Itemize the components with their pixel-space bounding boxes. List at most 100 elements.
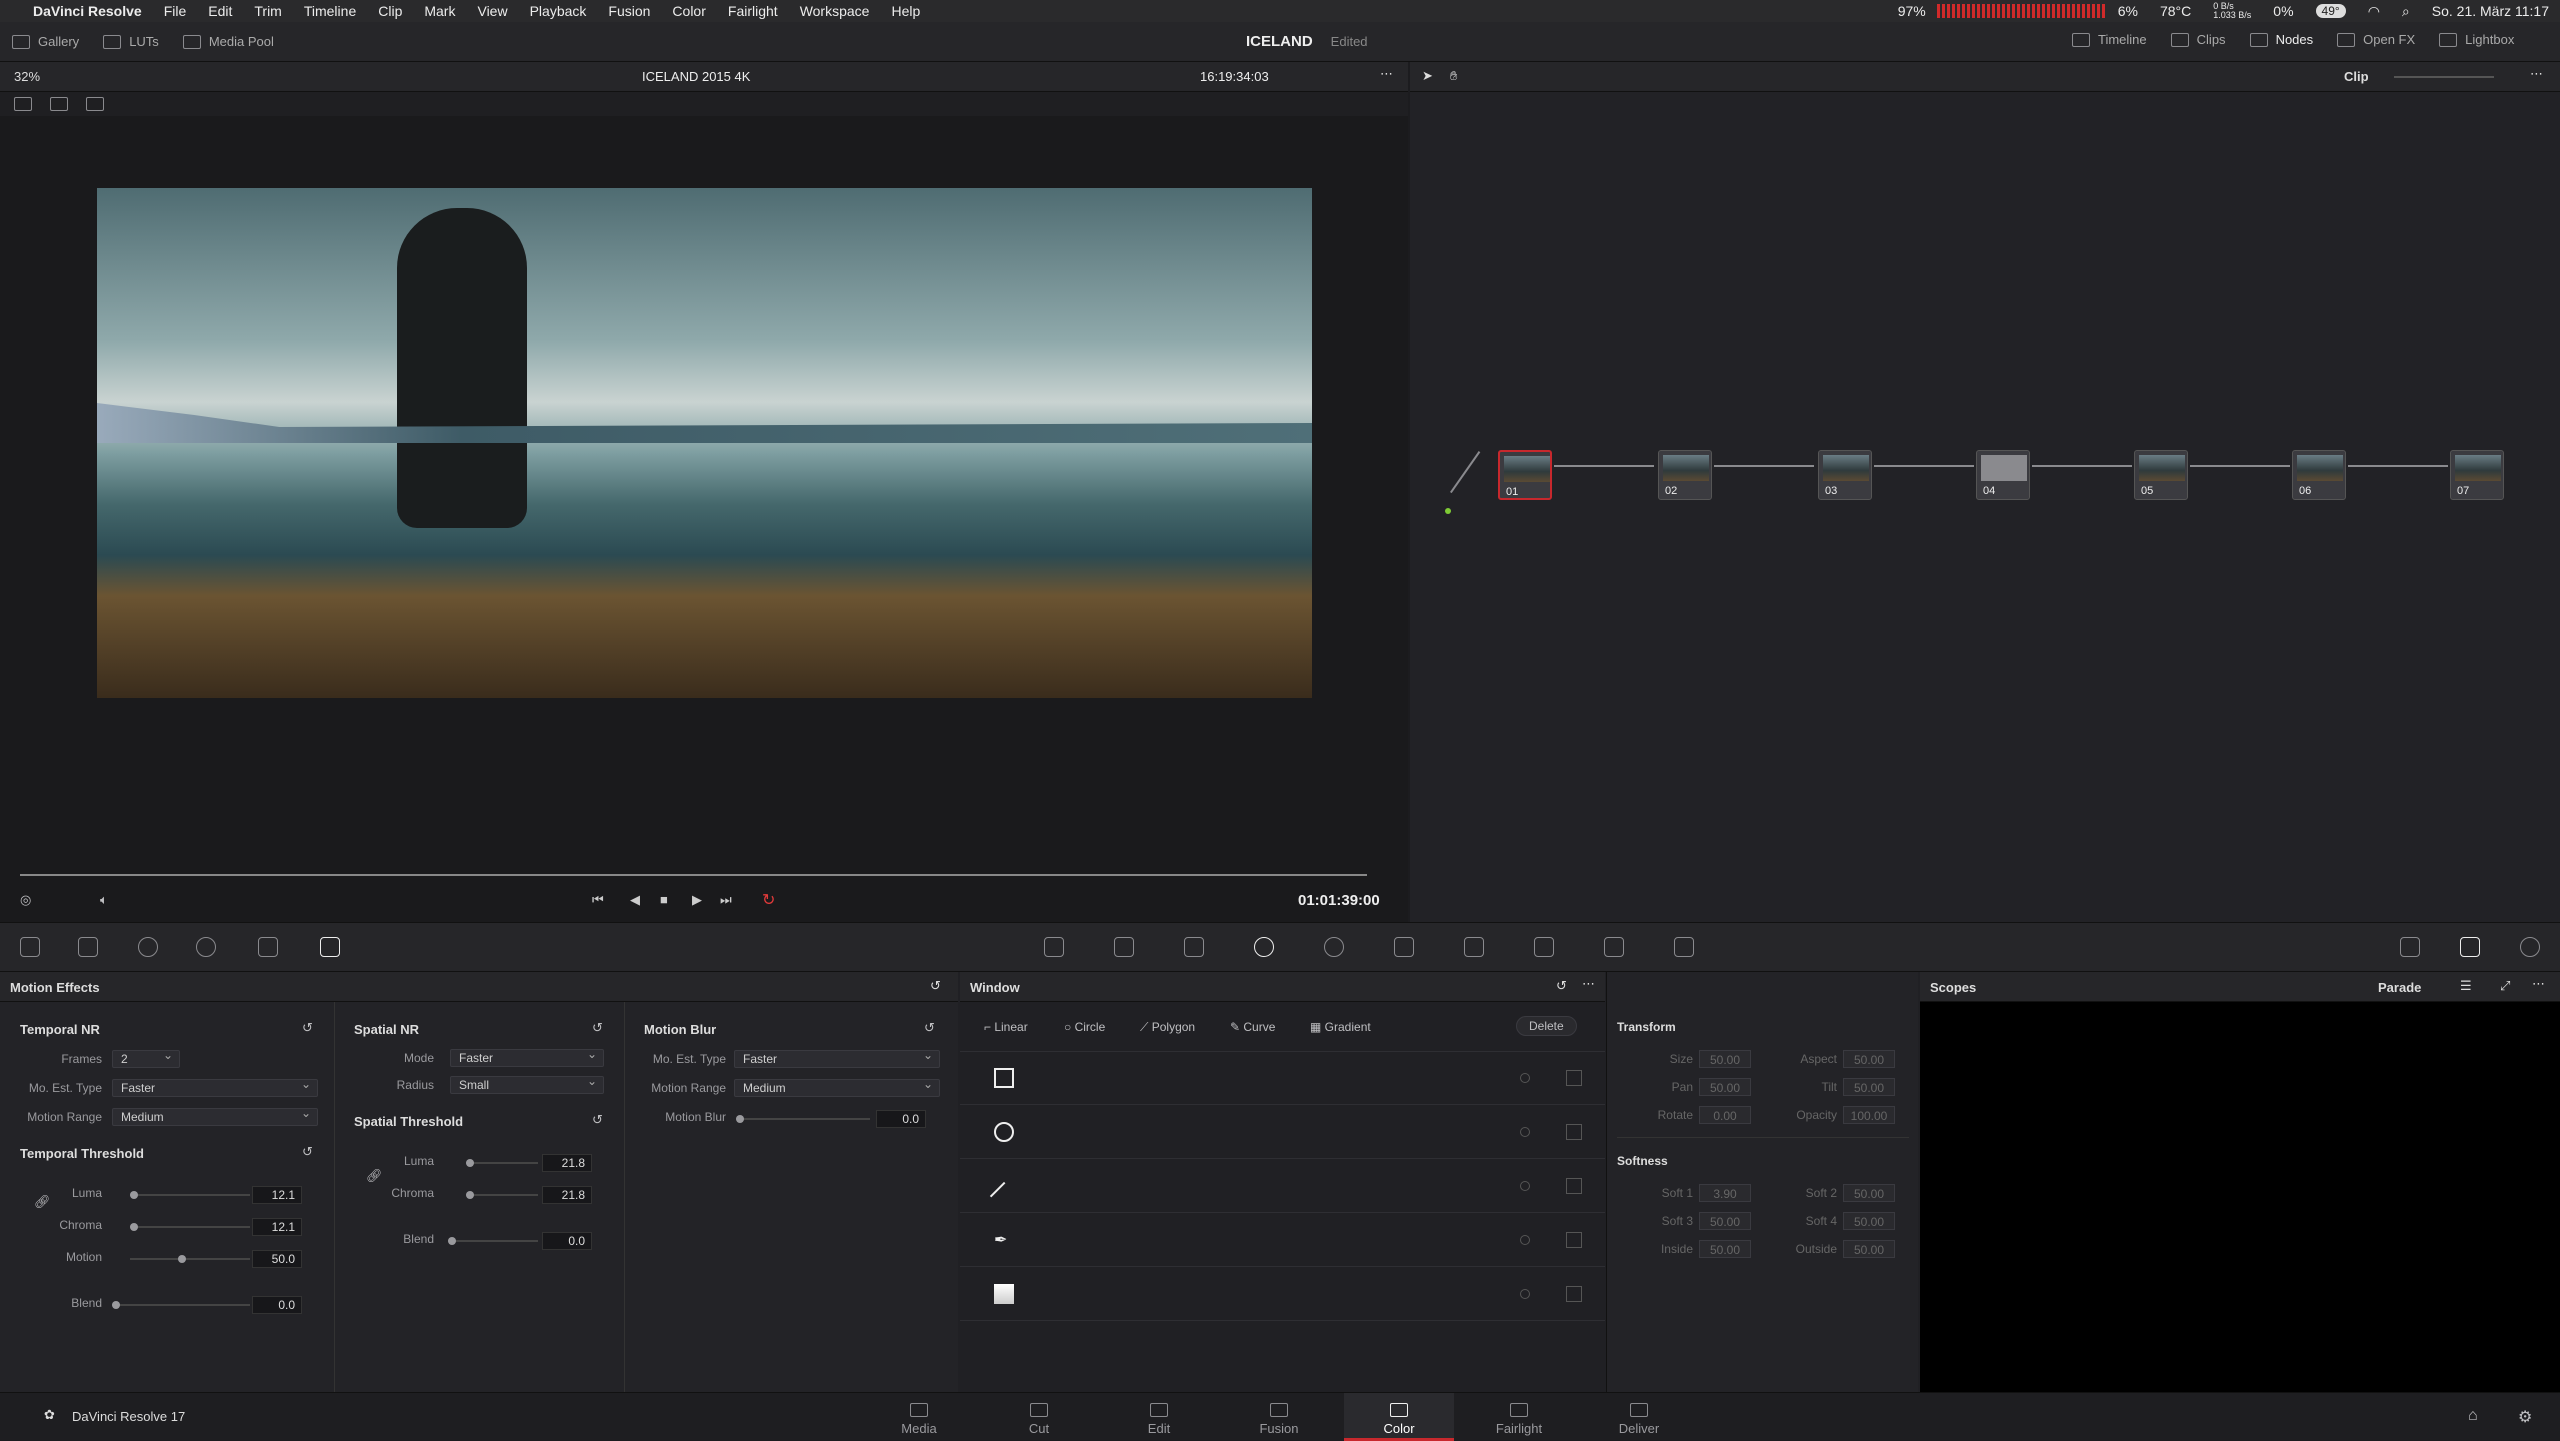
- slider-knob[interactable]: [448, 1237, 456, 1245]
- scopes-toggle-icon[interactable]: [2460, 937, 2480, 957]
- spatial-nr-reset-icon[interactable]: ↺: [592, 1020, 603, 1036]
- menu-fusion[interactable]: Fusion: [608, 3, 650, 19]
- color-warper-icon[interactable]: [1114, 937, 1134, 957]
- node-more-icon[interactable]: ⋯: [2530, 66, 2543, 82]
- scopes-expand-icon[interactable]: ⤢: [2500, 978, 2510, 994]
- chroma-value[interactable]: 12.1: [252, 1218, 302, 1236]
- scrubber-progress[interactable]: [20, 874, 1368, 876]
- gradient-tool[interactable]: ▦ Gradient: [1310, 1020, 1371, 1034]
- timeline-name-dropdown[interactable]: ICELAND 2015 4K: [642, 69, 750, 84]
- node-zoom-slider[interactable]: [2394, 76, 2494, 78]
- slider-knob[interactable]: [130, 1223, 138, 1231]
- window-row-gradient[interactable]: [960, 1268, 1605, 1321]
- blur-range-dropdown[interactable]: Medium: [734, 1077, 940, 1097]
- blend-slider[interactable]: [112, 1301, 250, 1309]
- sizing-icon[interactable]: [1604, 937, 1624, 957]
- blend-value[interactable]: 0.0: [252, 1296, 302, 1314]
- page-fusion[interactable]: Fusion: [1224, 1393, 1334, 1441]
- row-checkbox[interactable]: [1566, 1232, 1582, 1248]
- luts-button[interactable]: LUTs: [91, 34, 171, 49]
- single-viewer-icon[interactable]: [14, 97, 32, 111]
- slider-knob[interactable]: [130, 1191, 138, 1199]
- blur-mo-est-dropdown[interactable]: Faster: [734, 1048, 940, 1068]
- loop-icon[interactable]: ↻: [762, 890, 775, 910]
- home-icon[interactable]: ⌂: [2468, 1407, 2478, 1425]
- lightbox-button[interactable]: Lightbox: [2427, 32, 2526, 47]
- menu-help[interactable]: Help: [891, 3, 920, 19]
- node-02[interactable]: 02: [1658, 450, 1712, 500]
- curve-tool[interactable]: ✎ Curve: [1230, 1020, 1275, 1034]
- page-edit[interactable]: Edit: [1104, 1393, 1214, 1441]
- window-row-circle[interactable]: [960, 1106, 1605, 1159]
- view-options-icon[interactable]: ◎: [20, 892, 31, 908]
- spatial-link-icon[interactable]: 🔗︎: [366, 1168, 383, 1184]
- motion-blur-value[interactable]: 0.0: [876, 1110, 926, 1128]
- polygon-tool[interactable]: ⟋ Polygon: [1140, 1020, 1195, 1035]
- page-fairlight[interactable]: Fairlight: [1464, 1393, 1574, 1441]
- mo-est-type-dropdown[interactable]: Faster: [112, 1077, 318, 1097]
- spatial-blend-value[interactable]: 0.0: [542, 1232, 592, 1250]
- row-checkbox[interactable]: [1566, 1070, 1582, 1086]
- spatial-blend-slider[interactable]: [448, 1237, 538, 1245]
- node-06[interactable]: 06: [2292, 450, 2346, 500]
- clips-button[interactable]: Clips: [2159, 32, 2238, 47]
- motion-value[interactable]: 50.0: [252, 1250, 302, 1268]
- node-07[interactable]: 07: [2450, 450, 2504, 500]
- nodes-button[interactable]: Nodes: [2238, 32, 2326, 47]
- motion-blur-slider[interactable]: [736, 1115, 870, 1123]
- row-dot[interactable]: [1520, 1235, 1530, 1245]
- soft4-value[interactable]: 50.00: [1843, 1212, 1895, 1230]
- row-checkbox[interactable]: [1566, 1124, 1582, 1140]
- window-row-curve[interactable]: ✒︎: [960, 1214, 1605, 1267]
- search-icon[interactable]: ⌕: [2402, 3, 2410, 20]
- video-frame[interactable]: [97, 188, 1312, 698]
- menu-mark[interactable]: Mark: [424, 3, 455, 19]
- app-menu[interactable]: DaVinci Resolve: [33, 3, 142, 19]
- chroma-slider[interactable]: [130, 1223, 250, 1231]
- play-icon[interactable]: ▶︎: [692, 892, 702, 908]
- page-media[interactable]: Media: [864, 1393, 974, 1441]
- motion-effects-icon[interactable]: [320, 937, 340, 957]
- spatial-threshold-reset-icon[interactable]: ↺: [592, 1112, 603, 1128]
- circle-tool[interactable]: ○ Circle: [1064, 1020, 1105, 1034]
- magic-mask-icon[interactable]: [1394, 937, 1414, 957]
- info-icon[interactable]: [2520, 937, 2540, 957]
- luma-value[interactable]: 12.1: [252, 1186, 302, 1204]
- timeline-button[interactable]: Timeline: [2060, 32, 2159, 47]
- spatial-luma-slider[interactable]: [466, 1159, 538, 1167]
- keyframes-icon[interactable]: [2400, 937, 2420, 957]
- linear-tool[interactable]: ⌐ Linear: [984, 1020, 1028, 1034]
- aspect-value[interactable]: 50.00: [1843, 1050, 1895, 1068]
- wifi-icon[interactable]: ◠: [2368, 3, 2380, 20]
- openfx-button[interactable]: Open FX: [2325, 32, 2427, 47]
- row-dot[interactable]: [1520, 1127, 1530, 1137]
- menu-workspace[interactable]: Workspace: [800, 3, 870, 19]
- row-checkbox[interactable]: [1566, 1178, 1582, 1194]
- menu-edit[interactable]: Edit: [208, 3, 232, 19]
- highlight-icon[interactable]: [86, 97, 104, 111]
- rotate-value[interactable]: 0.00: [1699, 1106, 1751, 1124]
- reverse-play-icon[interactable]: ◀︎: [630, 892, 640, 908]
- menu-trim[interactable]: Trim: [254, 3, 281, 19]
- temporal-nr-reset-icon[interactable]: ↺: [302, 1020, 313, 1036]
- slider-knob[interactable]: [736, 1115, 744, 1123]
- scopes-more-icon[interactable]: ⋯: [2532, 976, 2545, 992]
- hdr-wheels-icon[interactable]: [196, 937, 216, 957]
- clock[interactable]: So. 21. März 11:17: [2432, 3, 2549, 19]
- row-dot[interactable]: [1520, 1181, 1530, 1191]
- media-pool-button[interactable]: Media Pool: [171, 34, 286, 49]
- more-options-icon[interactable]: ⋯: [1380, 66, 1393, 82]
- radius-dropdown[interactable]: Small: [450, 1074, 604, 1094]
- camera-raw-icon[interactable]: [20, 937, 40, 957]
- outside-value[interactable]: 50.00: [1843, 1240, 1895, 1258]
- menu-color[interactable]: Color: [672, 3, 705, 19]
- motion-blur-reset-icon[interactable]: ↺: [924, 1020, 935, 1036]
- window-reset-icon-2[interactable]: ↺: [1556, 978, 1567, 994]
- menu-view[interactable]: View: [477, 3, 507, 19]
- 3d-icon[interactable]: [1674, 937, 1694, 957]
- blur-icon[interactable]: [1464, 937, 1484, 957]
- tracker-icon[interactable]: [1324, 937, 1344, 957]
- soft3-value[interactable]: 50.00: [1699, 1212, 1751, 1230]
- slider-knob[interactable]: [466, 1191, 474, 1199]
- row-dot[interactable]: [1520, 1289, 1530, 1299]
